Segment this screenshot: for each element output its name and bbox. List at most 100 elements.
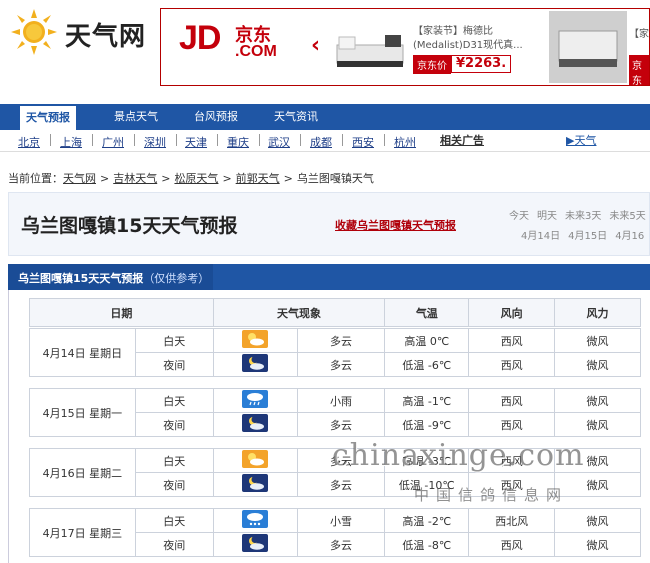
table-row: 4月15日 星期一 白天 小雨 高温 -1℃ 西风 微风 [29,388,641,437]
related-ads-label[interactable]: 相关广告 [440,132,484,148]
ad-prev-arrow-icon[interactable]: ‹ [311,33,320,58]
period-cell: 夜间 [134,532,214,557]
panel-note: （仅供参考） [143,272,210,285]
date-cell: 4月15日 星期一 [29,388,136,437]
wind-force-cell: 微风 [554,328,641,353]
range-tab[interactable]: 未来3天 [565,211,601,222]
bed-product-image [336,35,404,67]
nav-tab-forecast[interactable]: 天气预报 [20,106,76,130]
weather-icon-cell [212,508,298,533]
range-tab[interactable]: 今天 [509,211,529,222]
period-cell: 夜间 [134,472,214,497]
forecast-panel-header: 乌兰图嘎镇15天天气预报（仅供参考） [8,264,650,290]
price-value: ¥2263. [451,55,512,73]
table-row: 4月17日 星期三 白天 小雪 高温 -2℃ 西北风 微风 [29,508,641,557]
jd-ad-banner[interactable]: JD 京东 .COM ‹ 【家装节】梅德比(Medalist)D31现代真...… [160,8,650,86]
divider [217,134,218,146]
date-cell: 4月14日 星期日 [29,328,136,377]
city-link[interactable]: 成都 [310,134,332,150]
wind-dir-cell: 西风 [468,328,556,353]
weather-cell: 多云 [296,412,386,437]
light-snow-icon [242,510,269,531]
temp-cell: 低温 -8℃ [384,532,470,557]
breadcrumb-separator: > [161,172,171,185]
breadcrumb-link[interactable]: 前郭天气 [236,172,280,185]
city-link[interactable]: 上海 [60,134,82,150]
divider [300,134,301,146]
breadcrumb-link[interactable]: 松原天气 [174,172,218,185]
ad-price-2: 京东 [629,55,649,85]
day-forecast-table: 4月17日 星期三 白天 小雪 高温 -2℃ 西北风 微风 夜间 多云 低温 -8℃ 西风 微风 [29,508,641,557]
breadcrumb: 当前位置：天气网 > 吉林天气 > 松原天气 > 前郭天气 > 乌兰图嘎镇天气 [8,170,374,186]
weather-icon-cell [212,472,298,497]
wind-dir-cell: 西风 [468,412,556,437]
watermark: chinaxinge.com [332,438,585,473]
divider [50,134,51,146]
nav-tab-scenic[interactable]: 景点天气 [114,104,158,130]
night-cloudy-icon [242,534,269,555]
day-forecast-table: 4月15日 星期一 白天 小雨 高温 -1℃ 西风 微风 夜间 多云 低温 -9℃ 西风 微风 [29,388,641,437]
wind-force-cell: 微风 [554,412,641,437]
range-tab[interactable]: 明天 [537,211,557,222]
wind-dir-cell: 西北风 [468,508,556,533]
temp-cell: 高温 0℃ [384,328,470,353]
jd-logo: JD 京东 .COM [179,19,277,60]
sunny-cloudy-icon [242,450,269,471]
favorite-link[interactable]: 收藏乌兰图嘎镇天气预报 [335,215,475,237]
breadcrumb-link[interactable]: 天气网 [63,172,96,185]
weather-icon-cell [212,448,298,473]
weather-icon-cell [212,532,298,557]
wind-dir-cell: 西风 [468,388,556,413]
wind-force-cell: 微风 [554,388,641,413]
date-tab[interactable]: 4月14日 [521,231,560,242]
city-link[interactable]: 北京 [18,134,40,150]
city-link[interactable]: 重庆 [227,134,249,150]
col-header-weather: 天气现象 [212,298,386,327]
date-cell: 4月16日 星期二 [29,448,136,497]
weather-cell: 多云 [296,472,386,497]
page-title: 乌兰图嘎镇15天天气预报 [21,215,238,237]
ad-price: 京东价 ¥2263. [413,54,512,74]
ad-product-desc-2: 【家 [629,29,649,40]
city-link[interactable]: 武汉 [268,134,290,150]
sun-logo-icon [11,9,57,55]
nav-tab-news[interactable]: 天气资讯 [274,104,318,130]
weather-cell: 小雨 [296,388,386,413]
wind-force-cell: 微风 [554,352,641,377]
divider [92,134,93,146]
site-logo[interactable]: 天气网 [10,8,160,58]
forecast-header-table: 日期 天气现象 气温 风向 风力 [29,298,641,327]
city-link[interactable]: 杭州 [394,134,416,150]
weather-icon-cell [212,412,298,437]
col-header-wind-dir: 风向 [468,298,556,327]
date-tab[interactable]: 4月15日 [568,231,607,242]
weather-cell: 小雪 [296,508,386,533]
col-header-date: 日期 [29,298,214,327]
tianqi-link[interactable]: ▶天气 [566,132,596,148]
date-tabs: 4月14日 4月15日 4月16 [521,227,650,242]
city-link[interactable]: 广州 [102,134,124,150]
divider [384,134,385,146]
breadcrumb-current: 乌兰图嘎镇天气 [296,172,374,185]
logo-text: 天气网 [65,22,147,52]
weather-icon-cell [212,352,298,377]
city-link[interactable]: 西安 [352,134,374,150]
night-cloudy-icon [242,354,269,375]
date-tab[interactable]: 4月16 [615,231,644,242]
breadcrumb-separator: > [222,172,232,185]
wind-force-cell: 微风 [554,508,641,533]
panel-title: 乌兰图嘎镇15天天气预报（仅供参考） [18,270,209,286]
city-link[interactable]: 深圳 [144,134,166,150]
breadcrumb-link[interactable]: 吉林天气 [113,172,157,185]
city-link[interactable]: 天津 [185,134,207,150]
nav-tab-typhoon[interactable]: 台风预报 [194,104,238,130]
period-cell: 白天 [134,448,214,473]
period-cell: 夜间 [134,352,214,377]
price-label: 京东价 [413,54,451,74]
day-forecast-table: 4月14日 星期日 白天 多云 高温 0℃ 西风 微风 夜间 多云 低温 -6℃ 西风 微风 [29,328,641,377]
range-tab[interactable]: 未来5天 [609,211,645,222]
city-links: 北京 上海 广州 深圳 天津 重庆 武汉 成都 西安 杭州 相关广告 ▶天气 [0,130,650,152]
sunny-cloudy-icon [242,330,269,351]
table-row: 4月14日 星期日 白天 多云 高温 0℃ 西风 微风 [29,328,641,377]
temp-cell: 高温 -1℃ [384,388,470,413]
